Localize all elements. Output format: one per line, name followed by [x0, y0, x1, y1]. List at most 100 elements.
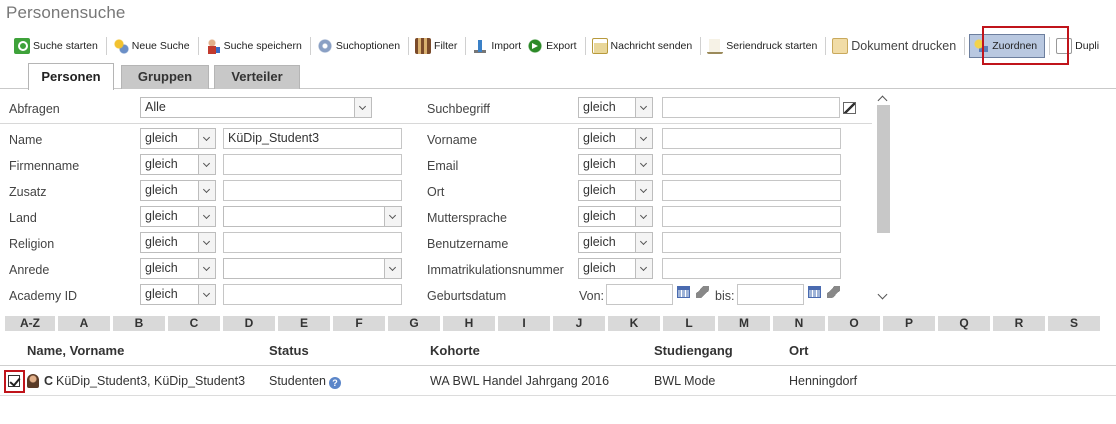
- academy-id-operator-select[interactable]: gleich: [140, 284, 216, 305]
- alphabet-item-o[interactable]: O: [828, 316, 880, 331]
- geburtsdatum-from-input[interactable]: [606, 284, 673, 305]
- geburtsdatum-to-input[interactable]: [737, 284, 804, 305]
- abfragen-select[interactable]: Alle: [140, 97, 372, 118]
- religion-operator-select[interactable]: gleich: [140, 232, 216, 253]
- land-select[interactable]: [223, 206, 402, 227]
- benutzername-input[interactable]: [662, 232, 841, 253]
- new-search-button[interactable]: Neue Suche: [111, 35, 194, 57]
- alphabet-item-all[interactable]: A-Z: [5, 316, 55, 331]
- anrede-select[interactable]: [223, 258, 402, 279]
- export-button[interactable]: Export: [525, 35, 580, 57]
- chevron-down-icon: [635, 181, 652, 200]
- document-icon: [832, 38, 849, 54]
- column-header-status[interactable]: Status: [269, 343, 309, 358]
- suchbegriff-input[interactable]: [662, 97, 840, 118]
- tab-personen[interactable]: Personen: [28, 63, 114, 90]
- save-search-button[interactable]: Suche speichern: [203, 35, 306, 57]
- column-header-studiengang[interactable]: Studiengang: [654, 343, 733, 358]
- immatrikulationsnummer-operator-select[interactable]: gleich: [578, 258, 653, 279]
- calendar-icon[interactable]: [808, 286, 821, 298]
- zusatz-label: Zusatz: [9, 185, 47, 199]
- export-label: Export: [546, 40, 577, 52]
- alphabet-item-a[interactable]: A: [58, 316, 110, 331]
- name-operator-select[interactable]: gleich: [140, 128, 216, 149]
- column-header-kohorte[interactable]: Kohorte: [430, 343, 480, 358]
- alphabet-item-s[interactable]: S: [1048, 316, 1100, 331]
- immatrikulationsnummer-input[interactable]: [662, 258, 841, 279]
- chevron-down-icon: [635, 259, 652, 278]
- firmenname-input[interactable]: [223, 154, 402, 175]
- column-header-name[interactable]: Name, Vorname: [27, 343, 124, 358]
- tab-gruppen[interactable]: Gruppen: [121, 65, 209, 89]
- chevron-down-icon: [198, 129, 215, 148]
- zusatz-operator-select[interactable]: gleich: [140, 180, 216, 201]
- alphabet-item-h[interactable]: H: [443, 316, 495, 331]
- send-message-button[interactable]: Nachricht senden: [590, 35, 697, 57]
- alphabet-item-b[interactable]: B: [113, 316, 165, 331]
- firmenname-operator-select[interactable]: gleich: [140, 154, 216, 175]
- name-input[interactable]: KüDip_Student3: [223, 128, 402, 149]
- toolbar-separator: [408, 37, 410, 55]
- alphabet-item-f[interactable]: F: [333, 316, 385, 331]
- anrede-operator-select[interactable]: gleich: [140, 258, 216, 279]
- mail-merge-button[interactable]: Seriendruck starten: [705, 35, 821, 57]
- ort-operator-select[interactable]: gleich: [578, 180, 653, 201]
- land-operator-select[interactable]: gleich: [140, 206, 216, 227]
- alphabet-item-j[interactable]: J: [553, 316, 605, 331]
- email-label: Email: [427, 159, 459, 173]
- chevron-down-icon: [635, 155, 652, 174]
- alphabet-item-l[interactable]: L: [663, 316, 715, 331]
- scrollbar-thumb[interactable]: [877, 105, 890, 233]
- tab-verteiler[interactable]: Verteiler: [214, 65, 300, 89]
- row-name[interactable]: KüDip_Student3, KüDip_Student3: [56, 374, 245, 388]
- filter-button[interactable]: Filter: [413, 35, 461, 57]
- print-document-label: Dokument drucken: [851, 39, 957, 53]
- eraser-icon[interactable]: [696, 286, 709, 298]
- alphabet-item-g[interactable]: G: [388, 316, 440, 331]
- suchbegriff-operator-select[interactable]: gleich: [578, 97, 653, 118]
- alphabet-item-r[interactable]: R: [993, 316, 1045, 331]
- vorname-operator-select[interactable]: gleich: [578, 128, 653, 149]
- academy-id-input[interactable]: [223, 284, 402, 305]
- filter-icon: [415, 38, 432, 54]
- alphabet-item-e[interactable]: E: [278, 316, 330, 331]
- eraser-icon[interactable]: [827, 286, 840, 298]
- alphabet-item-c[interactable]: C: [168, 316, 220, 331]
- religion-input[interactable]: [223, 232, 402, 253]
- chevron-down-icon: [198, 181, 215, 200]
- edit-icon[interactable]: [843, 102, 856, 114]
- vorname-input[interactable]: [662, 128, 841, 149]
- alphabet-item-n[interactable]: N: [773, 316, 825, 331]
- search-start-button[interactable]: Suche starten: [12, 35, 102, 57]
- muttersprache-label: Muttersprache: [427, 211, 507, 225]
- email-operator-select[interactable]: gleich: [578, 154, 653, 175]
- print-document-button[interactable]: Dokument drucken: [830, 35, 960, 57]
- alphabet-item-i[interactable]: I: [498, 316, 550, 331]
- benutzername-operator-select[interactable]: gleich: [578, 232, 653, 253]
- ort-input[interactable]: [662, 180, 841, 201]
- alphabet-item-k[interactable]: K: [608, 316, 660, 331]
- zusatz-input[interactable]: [223, 180, 402, 201]
- muttersprache-input[interactable]: [662, 206, 841, 227]
- alphabet-item-p[interactable]: P: [883, 316, 935, 331]
- chevron-up-icon[interactable]: [877, 95, 888, 106]
- alphabet-item-q[interactable]: Q: [938, 316, 990, 331]
- muttersprache-operator-select[interactable]: gleich: [578, 206, 653, 227]
- geburtsdatum-from-label: Von:: [579, 289, 605, 303]
- highlight-checkbox-box: [4, 370, 25, 393]
- alphabet-item-m[interactable]: M: [718, 316, 770, 331]
- search-options-button[interactable]: Suchoptionen: [315, 35, 404, 57]
- row-status-cell: Studenten?: [269, 374, 341, 389]
- info-icon[interactable]: ?: [329, 377, 341, 389]
- email-input[interactable]: [662, 154, 841, 175]
- alphabet-item-d[interactable]: D: [223, 316, 275, 331]
- benutzername-label: Benutzername: [427, 237, 509, 251]
- column-header-ort[interactable]: Ort: [789, 343, 809, 358]
- import-button[interactable]: Import: [470, 35, 525, 57]
- chevron-down-icon[interactable]: [877, 289, 888, 300]
- calendar-icon[interactable]: [677, 286, 690, 298]
- search-start-icon: [14, 38, 30, 54]
- toolbar-separator: [825, 37, 827, 55]
- form-scrollbar[interactable]: [875, 93, 892, 305]
- chevron-down-icon: [198, 285, 215, 304]
